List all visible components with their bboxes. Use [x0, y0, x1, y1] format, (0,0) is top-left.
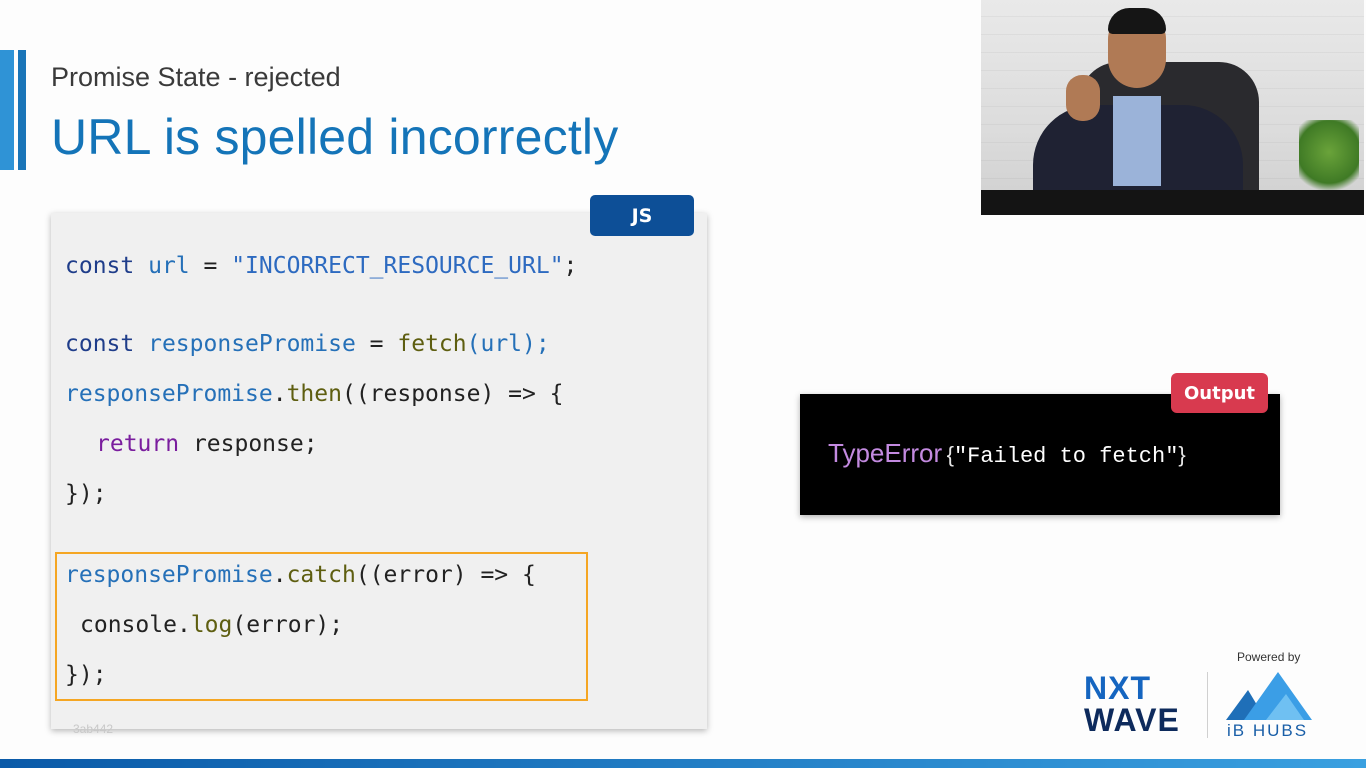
ib-hubs-mountain-icon: [1226, 672, 1312, 720]
logo-divider: [1207, 672, 1208, 738]
accent-bar: [0, 50, 26, 170]
code-variable: url: [148, 253, 190, 279]
powered-by-label: Powered by: [1237, 650, 1301, 664]
code-keyword: return: [96, 431, 180, 457]
output-error-type: TypeError: [828, 438, 943, 468]
code-method: then: [286, 381, 342, 407]
js-badge: JS: [590, 195, 694, 236]
code-line-1: const url = "INCORRECT_RESOURCE_URL";: [65, 251, 577, 281]
video-plant: [1299, 120, 1359, 200]
code-operator: =: [355, 331, 398, 357]
output-brace-close: }: [1178, 442, 1186, 467]
nxtwave-logo-bottom: WAVE: [1084, 702, 1180, 738]
output-badge: Output: [1171, 373, 1268, 413]
code-line-3: responsePromise.then((response) => {: [65, 379, 564, 409]
video-desk: [981, 190, 1364, 215]
accent-bar-outer: [0, 50, 14, 170]
slide-subtitle: Promise State - rejected: [51, 62, 341, 92]
code-rest: ((response) => {: [341, 381, 564, 407]
code-punctuation: ;: [563, 253, 578, 279]
code-function: fetch: [397, 331, 467, 357]
code-arguments: (url);: [466, 331, 550, 357]
code-keyword: const: [65, 253, 135, 279]
code-line-5: });: [65, 481, 107, 507]
video-presenter-hand: [1066, 75, 1100, 121]
code-line-2: const responsePromise = fetch(url);: [65, 329, 550, 359]
video-presenter-shirt: [1113, 96, 1161, 186]
code-string: "INCORRECT_RESOURCE_URL": [231, 253, 564, 279]
ib-hubs-label: iB HUBS: [1227, 721, 1309, 740]
output-text: TypeError {"Failed to fetch"}: [828, 438, 1186, 469]
slide-title: URL is spelled incorrectly: [51, 109, 619, 165]
video-presenter-hair: [1108, 8, 1166, 34]
nxtwave-logo-top: NXT: [1084, 670, 1151, 706]
output-message: "Failed to fetch": [953, 444, 1179, 469]
presenter-video: [981, 0, 1364, 215]
code-operator: =: [189, 253, 232, 279]
output-brace-open: {: [946, 442, 954, 467]
watermark: 3ab442: [73, 722, 114, 736]
bottom-bar: [0, 759, 1366, 768]
code-dot: .: [272, 381, 287, 407]
catch-highlight-box: [55, 552, 588, 701]
code-object: responsePromise: [65, 381, 273, 407]
accent-bar-inner: [18, 50, 26, 170]
code-rest: response;: [179, 431, 318, 457]
code-keyword: const: [65, 331, 135, 357]
code-variable: responsePromise: [148, 331, 356, 357]
code-line-4: return response;: [96, 429, 318, 459]
